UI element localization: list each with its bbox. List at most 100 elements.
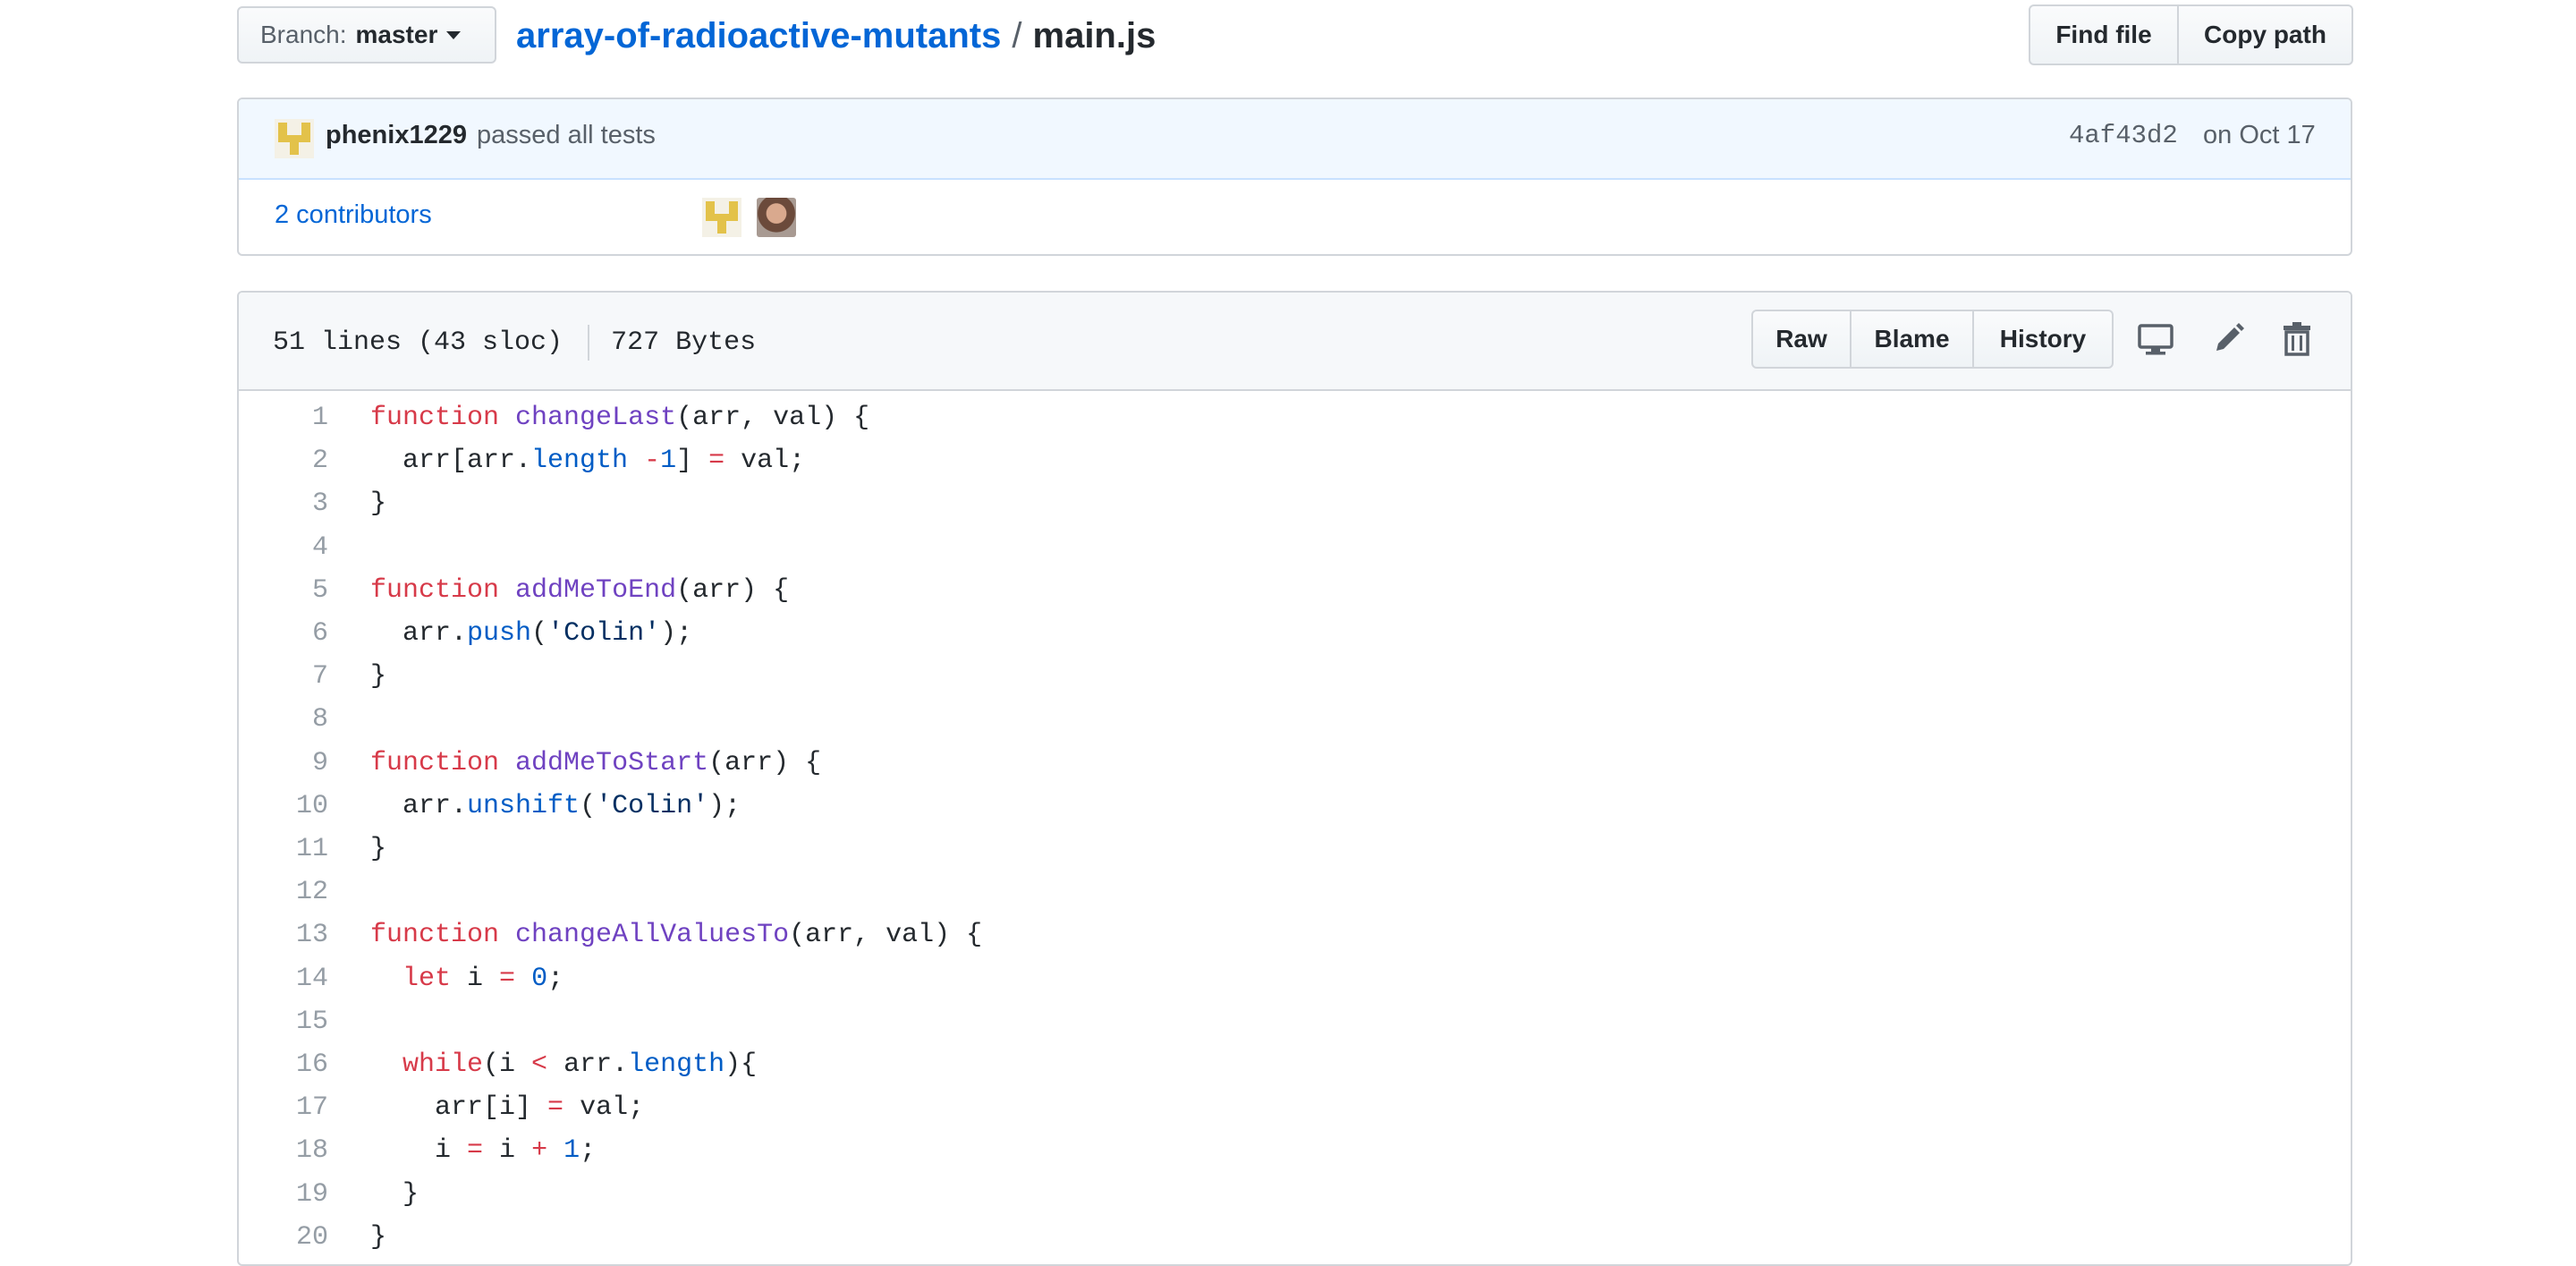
line-content: while(i < arr.length){ [370, 1043, 757, 1086]
blame-button[interactable]: Blame [1850, 310, 1974, 369]
line-number[interactable]: 6 [239, 612, 328, 655]
raw-button[interactable]: Raw [1751, 310, 1852, 369]
code-token: } [370, 1178, 419, 1210]
code-line: 11} [239, 828, 2351, 871]
line-number[interactable]: 9 [239, 742, 328, 785]
line-number[interactable]: 2 [239, 439, 328, 482]
contributor-avatar[interactable] [757, 198, 796, 237]
code-token: length [531, 446, 629, 477]
code-token: = [467, 1135, 484, 1167]
code-token: 0 [531, 963, 548, 994]
breadcrumb: array-of-radioactive-mutants / main.js [516, 9, 1156, 63]
code-token: unshift [467, 790, 580, 821]
code-token: 1 [660, 446, 677, 477]
trash-icon[interactable] [2277, 319, 2317, 359]
copy-path-button[interactable]: Copy path [2177, 4, 2353, 65]
branch-select-button[interactable]: Branch: master [237, 6, 496, 64]
code-line: 15 [239, 1000, 2351, 1043]
line-content: function changeAllValuesTo(arr, val) { [370, 913, 982, 956]
code-token: ; [580, 1135, 597, 1167]
file-info: 51 lines (43 sloc) 727 Bytes [273, 325, 756, 361]
code-token: 'Colin' [547, 618, 661, 649]
code-token: ); [660, 618, 693, 649]
code-line: 17 arr[i] = val; [239, 1086, 2351, 1129]
code-token: let [402, 963, 452, 994]
line-content: arr.unshift('Colin'); [370, 785, 741, 828]
line-number[interactable]: 8 [239, 698, 328, 741]
commit-sha[interactable]: 4af43d2 [2069, 121, 2178, 150]
code-token: } [370, 834, 387, 864]
code-line: 8 [239, 698, 2351, 741]
code-token: 'Colin' [596, 790, 709, 821]
author-avatar[interactable] [275, 119, 314, 158]
branch-label: Branch: [260, 21, 347, 48]
line-number[interactable]: 4 [239, 526, 328, 569]
code-line: 9 function addMeToStart(arr) { [239, 742, 2351, 785]
line-number[interactable]: 1 [239, 396, 328, 439]
commit-tease: phenix1229 passed all tests 4af43d2 on O… [239, 99, 2351, 180]
line-content: let i = 0; [370, 957, 564, 1000]
line-content: } [370, 1173, 419, 1216]
pencil-icon[interactable] [2208, 319, 2248, 359]
code-token: (i [483, 1049, 532, 1080]
line-number[interactable]: 7 [239, 655, 328, 698]
code-line: 7} [239, 655, 2351, 698]
line-content: function changeLast(arr, val) { [370, 396, 869, 439]
line-number[interactable]: 13 [239, 913, 328, 956]
code-line: 5 function addMeToEnd(arr) { [239, 569, 2351, 612]
code-line: 14 let i = 0; [239, 957, 2351, 1000]
line-content: } [370, 828, 386, 871]
line-content: arr[i] = val; [370, 1086, 644, 1129]
commit-message[interactable]: passed all tests [477, 121, 656, 150]
line-content: } [370, 482, 386, 525]
line-number[interactable]: 18 [239, 1129, 328, 1172]
code-line: 16 while(i < arr.length){ [239, 1043, 2351, 1086]
code-token: val; [564, 1092, 645, 1124]
commit-author[interactable]: phenix1229 [326, 121, 467, 150]
line-content: } [370, 655, 386, 698]
code-token: i [451, 963, 500, 994]
code-token: length [628, 1049, 725, 1080]
line-number[interactable]: 17 [239, 1086, 328, 1129]
code-token: arr. [547, 1049, 629, 1080]
line-number[interactable]: 3 [239, 482, 328, 525]
file-box: 51 lines (43 sloc) 727 Bytes Raw Blame H… [237, 291, 2352, 1266]
contributors-link[interactable]: 2 contributors [275, 200, 432, 230]
find-file-button[interactable]: Find file [2029, 4, 2179, 65]
file-size-info: 727 Bytes [611, 327, 757, 358]
code-token: = [547, 1092, 564, 1124]
line-number[interactable]: 10 [239, 785, 328, 828]
line-number[interactable]: 16 [239, 1043, 328, 1086]
contributor-avatar[interactable] [702, 198, 741, 237]
line-number[interactable]: 19 [239, 1173, 328, 1216]
desktop-icon[interactable] [2136, 319, 2175, 359]
repo-link[interactable]: array-of-radioactive-mutants [516, 16, 1001, 56]
code-token: = [499, 963, 516, 994]
code-token: changeLast [515, 403, 677, 433]
code-token: ){ [724, 1049, 758, 1080]
line-number[interactable]: 14 [239, 957, 328, 1000]
line-number[interactable]: 5 [239, 569, 328, 612]
line-number[interactable]: 15 [239, 1000, 328, 1043]
file-header: 51 lines (43 sloc) 727 Bytes Raw Blame H… [239, 293, 2351, 391]
code-line: 6 arr.push('Colin'); [239, 612, 2351, 655]
line-content: arr.push('Colin'); [370, 612, 692, 655]
line-number[interactable]: 20 [239, 1216, 328, 1259]
line-number[interactable]: 12 [239, 871, 328, 913]
line-content: } [370, 1216, 386, 1259]
code-token: ); [708, 790, 741, 821]
caret-down-icon [446, 30, 462, 39]
line-content: arr[arr.length -1] = val; [370, 439, 805, 482]
code-token: - [644, 446, 661, 477]
history-button[interactable]: History [1972, 310, 2114, 369]
code-token: ( [531, 618, 548, 649]
code-line: 18 i = i + 1; [239, 1129, 2351, 1172]
code-token: arr[arr. [370, 446, 532, 477]
line-number[interactable]: 11 [239, 828, 328, 871]
